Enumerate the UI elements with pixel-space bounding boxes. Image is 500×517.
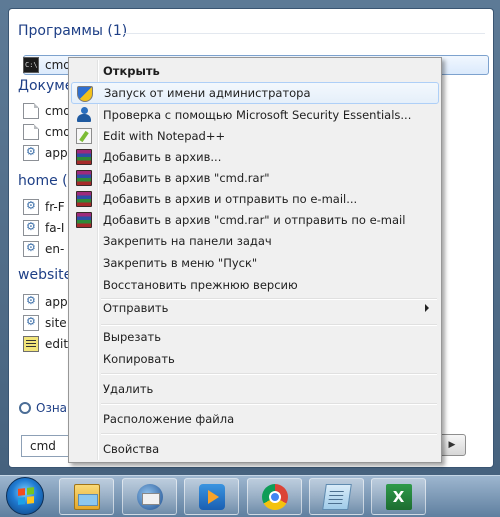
excel-icon (385, 483, 412, 510)
menu-item-add-to-cmd-rar[interactable]: Добавить в архив "cmd.rar" (71, 167, 439, 189)
winrar-icon (76, 170, 92, 186)
search-icon (19, 402, 31, 414)
menu-item-label: Добавить в архив "cmd.rar" и отправить п… (103, 213, 406, 227)
winrar-icon (76, 149, 92, 165)
menu-item-label: Закрепить в меню "Пуск" (103, 256, 258, 270)
group-heading-website[interactable]: website (18, 267, 72, 283)
menu-item-label: Отправить (103, 301, 169, 315)
menu-item-cmd-rar-and-email[interactable]: Добавить в архив "cmd.rar" и отправить п… (71, 209, 439, 231)
menu-item-run-as-admin[interactable]: Запуск от имени администратора (71, 82, 439, 104)
taskbar (0, 475, 500, 517)
menu-item-archive-and-email[interactable]: Добавить в архив и отправить по e-mail..… (71, 188, 439, 210)
config-file-icon (23, 241, 39, 257)
taskbar-button-media-player[interactable] (184, 478, 239, 515)
config-file-icon (23, 220, 39, 236)
taskbar-button-notepad[interactable] (309, 478, 364, 515)
context-menu: Открыть Запуск от имени администратора П… (68, 57, 442, 463)
result-item-label: app (45, 146, 68, 160)
menu-item-cut[interactable]: Вырезать (71, 326, 439, 348)
menu-item-restore-previous[interactable]: Восстановить прежнюю версию (71, 274, 439, 296)
menu-item-label: Копировать (103, 352, 175, 366)
notepad-icon (23, 336, 39, 352)
group-divider (124, 33, 485, 34)
result-item-label: edit (45, 337, 69, 351)
menu-item-label: Восстановить прежнюю версию (103, 278, 298, 292)
cmd-icon: C:\ (23, 57, 39, 73)
result-item-label: fr-F (45, 200, 65, 214)
menu-item-label: Свойства (103, 442, 160, 456)
menu-item-label: Расположение файла (103, 412, 235, 426)
taskbar-button-excel[interactable] (371, 478, 426, 515)
config-file-icon (23, 145, 39, 161)
menu-separator (101, 373, 437, 375)
menu-item-properties[interactable]: Свойства (71, 438, 439, 460)
menu-item-edit-notepadpp[interactable]: Edit with Notepad++ (71, 125, 439, 147)
menu-item-label: Удалить (103, 382, 154, 396)
group-heading-documents[interactable]: Докуме (18, 78, 73, 94)
menu-item-send-to[interactable]: Отправить (71, 297, 439, 319)
group-heading-programs[interactable]: Программы (1) (18, 23, 127, 39)
search-input-value: cmd (30, 439, 56, 453)
menu-item-label: Добавить в архив и отправить по e-mail..… (103, 192, 358, 206)
winrar-icon (76, 212, 92, 228)
taskbar-button-chrome[interactable] (247, 478, 302, 515)
menu-item-label: Открыть (103, 64, 160, 78)
menu-separator (101, 433, 437, 435)
document-icon (23, 103, 39, 119)
config-file-icon (23, 294, 39, 310)
shutdown-arrow-button[interactable]: ▶ (438, 434, 466, 456)
result-item-label: site (45, 316, 67, 330)
submenu-arrow-icon (425, 304, 429, 312)
menu-item-label: Добавить в архив "cmd.rar" (103, 171, 270, 185)
menu-item-delete[interactable]: Удалить (71, 378, 439, 400)
menu-item-label: Проверка с помощью Microsoft Security Es… (103, 108, 412, 122)
menu-item-label: Добавить в архив... (103, 150, 222, 164)
config-file-icon (23, 315, 39, 331)
menu-item-pin-taskbar[interactable]: Закрепить на панели задач (71, 230, 439, 252)
result-item-label: app (45, 295, 68, 309)
menu-item-pin-start[interactable]: Закрепить в меню "Пуск" (71, 252, 439, 274)
config-file-icon (23, 199, 39, 215)
document-icon (23, 124, 39, 140)
chrome-icon (261, 483, 288, 510)
menu-item-add-to-archive[interactable]: Добавить в архив... (71, 146, 439, 168)
explorer-icon (73, 483, 100, 510)
menu-item-mse-scan[interactable]: Проверка с помощью Microsoft Security Es… (71, 104, 439, 126)
menu-item-label: Закрепить на панели задач (103, 234, 272, 248)
taskbar-button-explorer[interactable] (59, 478, 114, 515)
uac-shield-icon (77, 86, 93, 102)
taskbar-button-thunderbird[interactable] (122, 478, 177, 515)
menu-item-open[interactable]: Открыть (71, 60, 439, 82)
menu-item-label: Вырезать (103, 330, 161, 344)
menu-item-label: Edit with Notepad++ (103, 129, 226, 143)
chevron-right-icon: ▶ (448, 440, 456, 450)
notepad-icon (321, 483, 352, 510)
winrar-icon (76, 191, 92, 207)
menu-separator (101, 403, 437, 405)
result-item-label: fa-I (45, 221, 65, 235)
menu-item-copy[interactable]: Копировать (71, 348, 439, 370)
see-more-results-link[interactable]: Ознак (19, 401, 74, 415)
thunderbird-icon (136, 483, 163, 510)
start-button[interactable] (6, 477, 44, 515)
notepadpp-icon (76, 128, 92, 144)
menu-item-label: Запуск от имени администратора (104, 86, 311, 100)
mse-icon (76, 107, 92, 123)
menu-item-file-location[interactable]: Расположение файла (71, 408, 439, 430)
result-item-label: en- (45, 242, 65, 256)
media-player-icon (198, 483, 225, 510)
